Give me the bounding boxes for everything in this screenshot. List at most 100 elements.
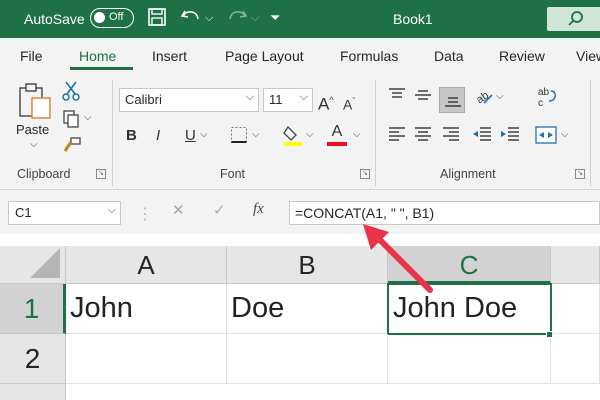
- tab-file[interactable]: File: [20, 48, 43, 64]
- svg-text:ab: ab: [538, 87, 550, 98]
- font-size-value: 11: [269, 92, 283, 107]
- row-header-3[interactable]: [0, 384, 66, 400]
- bottom-align-icon: [445, 97, 461, 107]
- select-all-icon: [30, 248, 60, 278]
- orientation-icon[interactable]: ab: [474, 87, 494, 111]
- annotation-arrow-icon: [363, 224, 433, 293]
- paste-dropdown-icon[interactable]: ⌵: [30, 139, 38, 150]
- fill-handle[interactable]: [546, 331, 553, 338]
- wrap-text-icon[interactable]: ab c: [537, 86, 559, 114]
- decrease-font-size-icon[interactable]: Aˇ: [343, 91, 355, 115]
- cut-icon[interactable]: [62, 80, 80, 108]
- copy-dropdown-icon[interactable]: ⌵: [84, 112, 92, 123]
- autosave-label: AutoSave: [24, 11, 85, 27]
- middle-align-icon[interactable]: [414, 87, 432, 109]
- top-align-icon[interactable]: [388, 87, 406, 109]
- font-name-dropdown[interactable]: Calibri ⌵: [119, 88, 259, 112]
- chevron-down-icon: ⌵: [245, 91, 254, 103]
- merge-center-icon[interactable]: [535, 126, 557, 150]
- cell-d2[interactable]: [551, 334, 600, 384]
- clipboard-group-label: Clipboard: [17, 167, 71, 181]
- name-box[interactable]: C1 ⌵: [8, 201, 121, 225]
- fill-color-dropdown-icon[interactable]: ⌵: [306, 129, 314, 140]
- merge-dropdown-icon[interactable]: ⌵: [561, 129, 569, 140]
- fill-color-icon[interactable]: [283, 124, 303, 152]
- cell-a2[interactable]: [66, 334, 227, 384]
- formula-bar-grip-icon: ⋮: [137, 206, 153, 223]
- column-header-d[interactable]: [551, 246, 600, 284]
- paste-label[interactable]: Paste: [16, 122, 49, 137]
- chevron-down-icon: ⌵: [299, 91, 308, 103]
- redo-dropdown-icon: ⌵: [251, 12, 260, 24]
- chevron-down-icon: ⌵: [107, 204, 116, 216]
- select-all-button[interactable]: [0, 246, 66, 284]
- tab-page-layout[interactable]: Page Layout: [225, 48, 304, 64]
- formula-bar: C1 ⌵ ⋮ ✕ ✓ fx =CONCAT(A1, " ", B1): [0, 190, 600, 234]
- increase-font-size-icon[interactable]: A^: [318, 90, 334, 115]
- autosave-toggle[interactable]: Off: [90, 8, 134, 28]
- grow-letter: A: [318, 94, 330, 114]
- bold-button[interactable]: B: [126, 126, 137, 146]
- tab-formulas[interactable]: Formulas: [340, 48, 398, 64]
- font-color-icon[interactable]: A: [327, 122, 347, 146]
- cell-c2[interactable]: [388, 334, 551, 384]
- row-header-2[interactable]: 2: [0, 334, 66, 384]
- worksheet-grid: A B C 1 2 John Doe John Doe: [0, 234, 600, 400]
- undo-dropdown-icon[interactable]: ⌵: [205, 7, 213, 29]
- align-center-icon[interactable]: [414, 126, 432, 148]
- borders-dropdown-icon[interactable]: ⌵: [252, 129, 260, 140]
- search-icon: [568, 11, 583, 26]
- workbook-title: Book1: [393, 11, 433, 27]
- ribbon: Paste ⌵ ⌵ Clipboard ↘ Calibri ⌵ 11 ⌵ A^ …: [0, 72, 600, 190]
- increase-indent-icon[interactable]: [500, 126, 520, 148]
- format-painter-icon[interactable]: [62, 136, 82, 160]
- group-divider: [590, 80, 591, 186]
- font-color-letter: A: [331, 123, 343, 140]
- alignment-group-label: Alignment: [440, 167, 496, 181]
- cell-a1[interactable]: John: [66, 284, 227, 334]
- tab-review[interactable]: Review: [499, 48, 545, 64]
- paste-icon[interactable]: [18, 82, 52, 126]
- svg-text:c: c: [538, 98, 543, 108]
- enter-icon: ✓: [213, 202, 226, 219]
- name-box-value: C1: [15, 205, 32, 220]
- copy-icon[interactable]: [62, 109, 80, 135]
- formula-text: =CONCAT(A1, " ", B1): [295, 205, 435, 221]
- tab-view[interactable]: View: [576, 48, 600, 64]
- font-name-value: Calibri: [125, 92, 162, 107]
- bottom-align-button[interactable]: [439, 87, 465, 113]
- decrease-indent-icon[interactable]: [472, 126, 492, 148]
- active-tab-indicator: [70, 67, 133, 70]
- customize-toolbar-icon[interactable]: ⏷: [270, 7, 280, 29]
- italic-button[interactable]: I: [156, 126, 160, 146]
- borders-icon[interactable]: [230, 126, 248, 150]
- save-icon[interactable]: [147, 7, 167, 33]
- underline-dropdown-icon[interactable]: ⌵: [200, 129, 208, 140]
- search-box[interactable]: [547, 7, 600, 31]
- tab-home[interactable]: Home: [79, 48, 116, 64]
- undo-icon[interactable]: [180, 7, 202, 33]
- font-color-dropdown-icon[interactable]: ⌵: [353, 129, 361, 140]
- autosave-state: Off: [109, 11, 124, 23]
- cell-b2[interactable]: [227, 334, 388, 384]
- column-header-a[interactable]: A: [66, 246, 227, 284]
- title-bar: AutoSave Off ⌵ ⌵ ⏷ Book1: [0, 0, 600, 38]
- tab-data[interactable]: Data: [434, 48, 464, 64]
- clipboard-launcher-icon[interactable]: ↘: [96, 169, 106, 179]
- tab-insert[interactable]: Insert: [152, 48, 187, 64]
- shrink-letter: A: [343, 96, 353, 113]
- orientation-dropdown-icon[interactable]: ⌵: [496, 91, 504, 102]
- group-divider: [112, 80, 113, 186]
- font-size-dropdown[interactable]: 11 ⌵: [263, 88, 313, 112]
- underline-button[interactable]: U: [185, 126, 196, 146]
- row-header-1[interactable]: 1: [0, 284, 66, 334]
- toggle-knob: [94, 12, 105, 23]
- cell-d1[interactable]: [552, 284, 600, 334]
- group-divider: [375, 80, 376, 186]
- align-right-icon[interactable]: [442, 126, 460, 148]
- insert-function-icon[interactable]: fx: [253, 201, 264, 218]
- alignment-launcher-icon[interactable]: ↘: [575, 169, 585, 179]
- svg-text:ab: ab: [474, 89, 491, 105]
- font-launcher-icon[interactable]: ↘: [360, 169, 370, 179]
- align-left-icon[interactable]: [388, 126, 406, 148]
